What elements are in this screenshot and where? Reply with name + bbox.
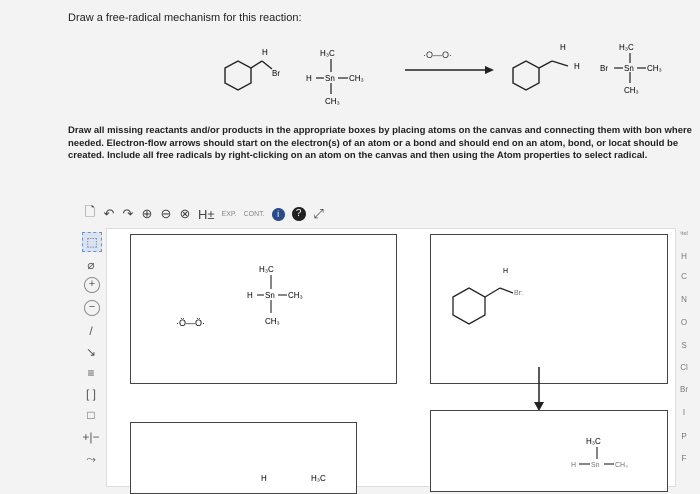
box1-h3c: H₃C: [259, 265, 274, 274]
tinprod-br: Br: [600, 64, 608, 73]
box4-sn: Sn: [591, 462, 600, 469]
box4-structures: H₃C H Sn CH₃: [571, 437, 628, 469]
info-icon[interactable]: i: [271, 207, 285, 221]
rectangle-tool-icon[interactable]: □: [80, 404, 102, 426]
box2-h: H: [503, 268, 508, 275]
element-palette: ⁱᵗᵉˡ H C N O S Cl Br I P F: [674, 228, 700, 485]
eraser-tool-icon[interactable]: ⌀: [80, 254, 102, 276]
box4-ch3: CH₃: [615, 462, 628, 469]
negative-charge-icon[interactable]: −: [84, 300, 100, 316]
reactant-h-label: H: [262, 48, 268, 57]
element-n[interactable]: N: [674, 295, 694, 304]
editor-toolbar: 🗋 ↶ ↷ ⊕ ⊖ ⊗ H± EXP. CONT. i ? ⤢: [72, 200, 692, 228]
tin-sn: Sn: [325, 74, 335, 83]
new-document-icon[interactable]: 🗋: [84, 203, 96, 225]
bracket-tool-icon[interactable]: [ ]: [80, 383, 102, 405]
box1-h: H: [247, 291, 253, 300]
down-arrow: [534, 367, 544, 411]
product-h-top: H: [560, 43, 566, 52]
zoom-out-icon[interactable]: ⊖: [160, 206, 172, 222]
box1-ch3-right: CH₃: [288, 291, 303, 300]
box3-h: H: [261, 474, 267, 483]
drawing-canvas[interactable]: H₃C H Sn CH₃ CH₃ ·Ö—Ö· H Br: H H₃C H₃C H…: [106, 228, 676, 494]
box1-structures: H₃C H Sn CH₃ CH₃ ·Ö—Ö·: [176, 265, 303, 328]
element-s[interactable]: S: [674, 341, 694, 350]
redo-icon[interactable]: ↷: [122, 206, 134, 222]
element-i[interactable]: I: [674, 408, 694, 417]
tinprod-h3c: H₃C: [619, 43, 634, 52]
initiator-label: ·O—O·: [423, 50, 452, 60]
help-icon[interactable]: ?: [291, 207, 306, 221]
mechanism-box-1[interactable]: H₃C H Sn CH₃ CH₃ ·Ö—Ö·: [130, 234, 397, 384]
positive-charge-icon[interactable]: +: [84, 277, 100, 293]
box1-sn: Sn: [265, 291, 275, 300]
product-cyclohexane: [512, 60, 569, 91]
left-tool-palette: ⬚ ⌀ + − / ↘ ≡ [ ] □ +|− ⤳: [80, 228, 104, 485]
explicit-button[interactable]: EXP.: [222, 211, 237, 218]
tinprod-ch3-bottom: CH₃: [624, 86, 639, 95]
undo-icon[interactable]: ↶: [103, 206, 115, 222]
periodic-table-button[interactable]: ⁱᵗᵉˡ: [674, 230, 694, 239]
box2-structures: H Br:: [452, 268, 523, 325]
tin-h3c: H₃C: [320, 49, 335, 58]
electron-flow-arrow-icon[interactable]: ⤳: [80, 448, 102, 470]
tinprod-ch3-right: CH₃: [647, 64, 662, 73]
zoom-in-icon[interactable]: ⊕: [141, 206, 153, 222]
box3-structures: H H₃C: [261, 474, 326, 483]
mechanism-box-3[interactable]: H H₃C: [130, 422, 357, 494]
element-cl[interactable]: Cl: [674, 363, 694, 372]
box3-h3c: H₃C: [311, 474, 326, 483]
mechanism-box-4[interactable]: H₃C H Sn CH₃: [430, 410, 668, 492]
tin-ch3-right: CH₃: [349, 74, 364, 83]
tin-h: H: [306, 74, 312, 83]
element-f[interactable]: F: [674, 454, 694, 463]
tinprod-sn: Sn: [624, 64, 634, 73]
reactant-cyclohexane: [224, 60, 273, 91]
reaction-scheme: H Br H₃C H Sn CH₃ CH₃ ·O—O· H H H₃C Br S…: [224, 43, 662, 106]
element-c[interactable]: C: [674, 272, 694, 281]
hydrogen-toggle-button[interactable]: H±: [198, 207, 215, 222]
chain-tool-icon[interactable]: ≡: [80, 362, 102, 384]
product-h: H: [574, 62, 580, 71]
element-br[interactable]: Br: [674, 385, 694, 394]
contract-button[interactable]: CONT.: [244, 211, 265, 218]
charge-tool-icon[interactable]: +|−: [80, 426, 102, 448]
assignment-page: Draw a free-radical mechanism for this r…: [0, 0, 700, 494]
reactant-br-label: Br: [272, 69, 280, 78]
box4-h: H: [571, 462, 576, 469]
box1-ch3-bottom: CH₃: [265, 317, 280, 326]
mechanism-box-2[interactable]: H Br:: [430, 234, 668, 384]
arrow-tool-icon[interactable]: ↘: [80, 341, 102, 363]
zoom-reset-icon[interactable]: ⊗: [179, 206, 191, 222]
element-h[interactable]: H: [674, 252, 694, 261]
single-bond-tool-icon[interactable]: /: [80, 320, 102, 342]
box1-peroxide: ·Ö—Ö·: [176, 318, 205, 328]
expand-icon[interactable]: ⤢: [313, 206, 325, 222]
reaction-arrowhead: [485, 66, 494, 74]
box4-h3c: H₃C: [586, 437, 601, 446]
element-p[interactable]: P: [674, 432, 694, 441]
box2-cyclohexyl: [452, 287, 514, 325]
box2-br: Br:: [514, 290, 523, 297]
selection-tool-icon[interactable]: ⬚: [82, 232, 102, 252]
element-o[interactable]: O: [674, 318, 694, 327]
tin-ch3-bottom: CH₃: [325, 97, 340, 106]
instructions: Draw all missing reactants and/or produc…: [68, 125, 692, 161]
